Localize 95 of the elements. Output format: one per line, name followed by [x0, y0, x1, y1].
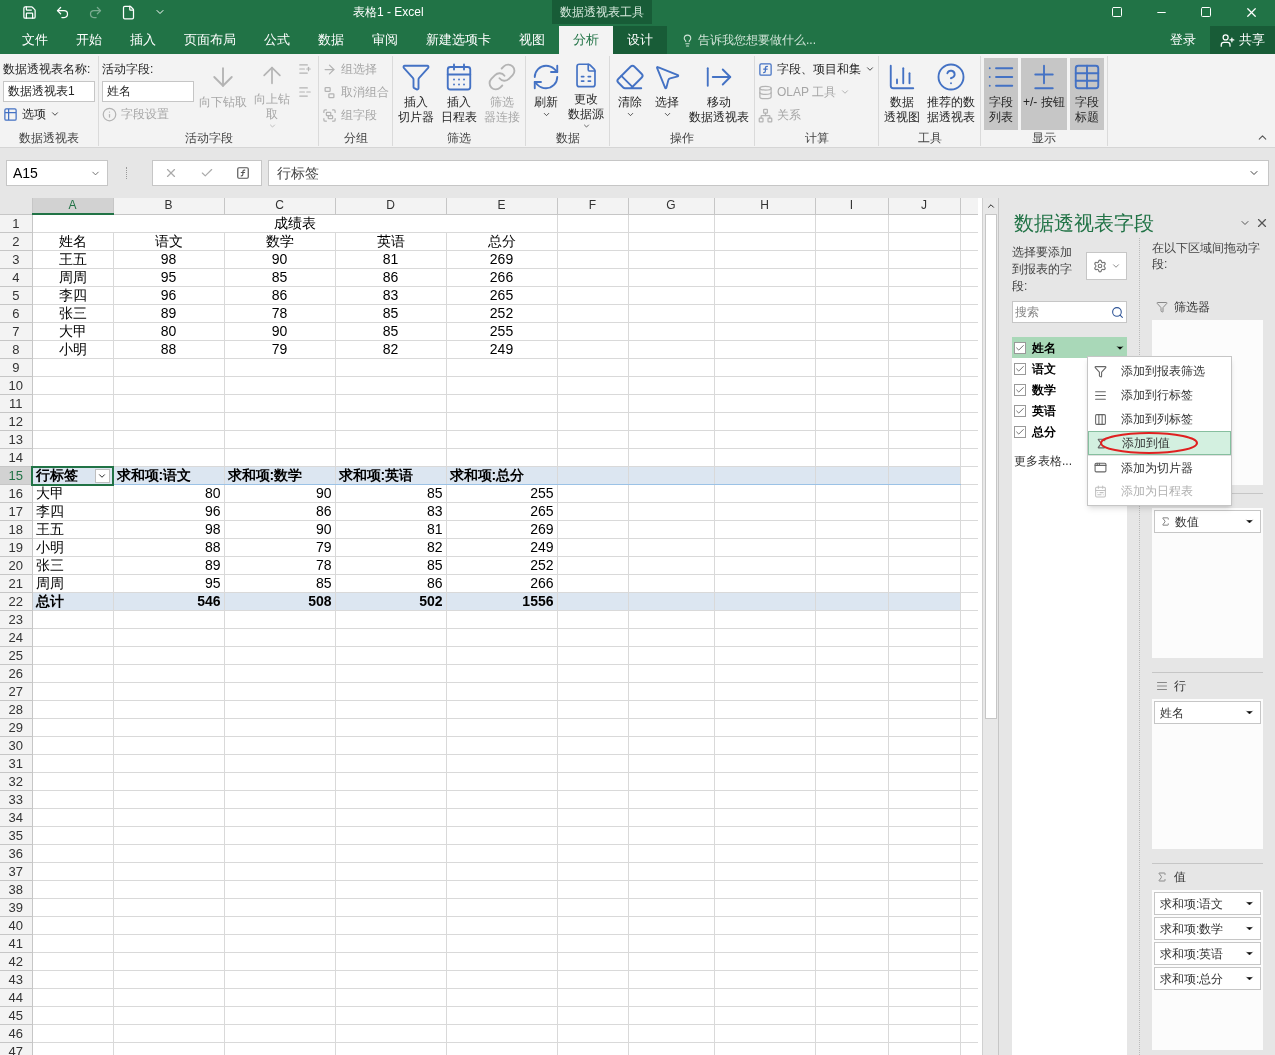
table-cell: 90: [271, 323, 288, 340]
table-cell: 249: [489, 341, 514, 358]
field-label: 活动字段:: [102, 61, 155, 78]
window-title: 表格1 - Excel: [353, 4, 424, 20]
table-cell: 95: [204, 575, 221, 592]
table-cell: 周周: [58, 269, 87, 286]
table-cell: 总分: [487, 233, 516, 250]
table-cell: 周周: [35, 575, 64, 592]
table-cell: 508: [308, 593, 332, 610]
table-cell: 85: [426, 557, 443, 574]
area-label: 行: [1174, 678, 1186, 695]
table-cell: 语文: [154, 233, 183, 250]
group-label: 计算: [803, 130, 830, 146]
table-cell: 81: [382, 251, 399, 268]
table-cell: 252: [489, 305, 514, 322]
table-cell: 1556: [522, 593, 554, 610]
context-tab-title: 数据透视表工具: [552, 0, 652, 24]
table-cell: 502: [419, 593, 443, 610]
table-cell: 李四: [58, 287, 87, 304]
table-cell: 88: [204, 539, 221, 556]
hint-text: 在以下区域间拖动字段:: [1152, 240, 1261, 272]
group-label: 显示: [1030, 130, 1057, 146]
table-cell: 86: [426, 575, 443, 592]
table-cell: 96: [204, 503, 221, 520]
panel-title: 数据透视表字段: [1014, 211, 1154, 236]
table-cell: 255: [530, 485, 554, 502]
table-cell: 78: [271, 305, 288, 322]
table-cell: 89: [160, 305, 177, 322]
table-cell: 总计: [35, 593, 64, 610]
area-label: 筛选器: [1174, 299, 1210, 316]
hint-text: 选择要添加到报表的字段:: [1012, 244, 1073, 295]
table-cell: 姓名: [58, 233, 87, 250]
table-cell: 求和项:语文: [116, 467, 192, 484]
area-label: 值: [1174, 869, 1186, 886]
table-cell: 80: [160, 323, 177, 340]
table-cell: 269: [489, 251, 514, 268]
table-cell: 求和项:英语: [338, 467, 414, 484]
group-label: 筛选: [446, 130, 472, 146]
table-cell: 王五: [35, 521, 64, 538]
table-cell: 81: [426, 521, 443, 538]
table-cell: 求和项:数学: [227, 467, 303, 484]
table-cell: 96: [160, 287, 177, 304]
table-cell: 85: [382, 305, 399, 322]
group-label: 数据: [554, 130, 581, 146]
table-cell: 266: [530, 575, 554, 592]
group-label: 操作: [669, 130, 695, 146]
table-cell: 小明: [35, 539, 64, 556]
group-label: 分组: [342, 130, 369, 146]
table-cell: 86: [382, 269, 399, 286]
table-cell: 数学: [265, 233, 294, 250]
table-cell: 95: [160, 269, 177, 286]
table-cell: 88: [160, 341, 177, 358]
table-cell: 90: [315, 485, 332, 502]
table-cell: 王五: [58, 251, 87, 268]
table-cell: 255: [489, 323, 514, 340]
group-label: 数据透视表: [18, 130, 80, 146]
table-cell: 张三: [58, 305, 87, 322]
table-cell: 79: [271, 341, 288, 358]
table-cell: 行标签: [35, 467, 78, 484]
table-cell: 85: [426, 485, 443, 502]
table-cell: 张三: [35, 557, 64, 574]
table-cell: 85: [315, 575, 332, 592]
table-cell: 求和项:总分: [449, 467, 525, 484]
table-cell: 85: [382, 323, 399, 340]
table-cell: 90: [271, 251, 288, 268]
table-cell: 82: [426, 539, 443, 556]
table-cell: 98: [160, 251, 177, 268]
table-cell: 78: [315, 557, 332, 574]
table-cell: 83: [382, 287, 399, 304]
table-cell: 265: [489, 287, 514, 304]
group-label: 活动字段: [183, 130, 234, 146]
table-cell: 85: [271, 269, 288, 286]
table-cell: 89: [204, 557, 221, 574]
table-cell: 266: [489, 269, 514, 286]
table-cell: 546: [197, 593, 221, 610]
table-cell: 80: [204, 485, 221, 502]
table-title: 成绩表: [273, 215, 316, 231]
table-cell: 83: [426, 503, 443, 520]
table-cell: 79: [315, 539, 332, 556]
table-cell: 265: [530, 503, 554, 520]
table-cell: 82: [382, 341, 399, 358]
table-cell: 252: [530, 557, 554, 574]
group-label: 工具: [916, 130, 943, 146]
table-cell: 英语: [376, 233, 405, 250]
field-label: 数据透视表名称:: [3, 61, 92, 78]
table-cell: 249: [530, 539, 554, 556]
table-cell: 86: [315, 503, 332, 520]
table-cell: 90: [315, 521, 332, 538]
table-cell: 李四: [35, 503, 64, 520]
table-cell: 小明: [58, 341, 87, 358]
table-cell: 98: [204, 521, 221, 538]
table-cell: 大甲: [58, 323, 87, 340]
table-cell: 269: [530, 521, 554, 538]
table-cell: 86: [271, 287, 288, 304]
table-cell: 大甲: [35, 485, 64, 502]
